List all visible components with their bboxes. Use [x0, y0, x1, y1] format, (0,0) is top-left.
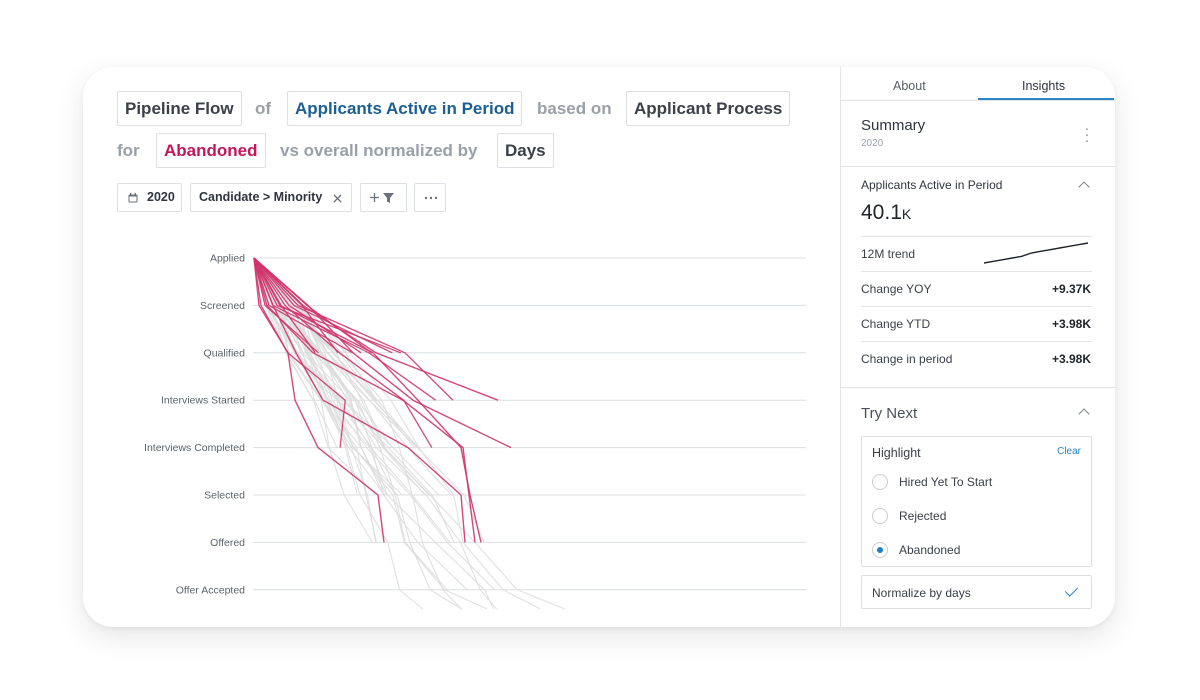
- plus-filter-icon: [370, 193, 394, 203]
- radio-button-selected[interactable]: [872, 542, 888, 558]
- highlight-options-box: Highlight Clear Hired Yet To Start Rejec…: [861, 436, 1092, 567]
- divider: [841, 387, 1115, 388]
- radio-label: Abandoned: [899, 543, 961, 557]
- radio-button[interactable]: [872, 474, 888, 490]
- collapse-metric-icon[interactable]: [1078, 181, 1090, 193]
- divider: [861, 306, 1092, 307]
- year-filter-chip[interactable]: 2020: [117, 183, 182, 212]
- change-yoy-value: +9.37K: [1051, 282, 1091, 296]
- summary-title: Summary: [861, 117, 926, 134]
- ellipsis-icon: [424, 196, 438, 200]
- vs-word: vs overall normalized by: [280, 141, 478, 160]
- metric-number: 40.1: [861, 201, 902, 224]
- stage-label: Interviews Completed: [144, 442, 245, 454]
- collapse-try-next-icon[interactable]: [1078, 408, 1090, 420]
- trend-sparkline: [983, 242, 1089, 264]
- year-filter-label: 2020: [147, 190, 175, 204]
- of-word: of: [255, 99, 272, 118]
- normalize-by-days-toggle[interactable]: Normalize by days: [861, 575, 1092, 609]
- clear-highlight-link[interactable]: Clear: [1057, 446, 1081, 457]
- kebab-menu-icon[interactable]: · · ·: [1083, 121, 1091, 147]
- insight-card: Pipeline Flow of Applicants Active in Pe…: [83, 67, 1115, 627]
- sidebar-tabs: About Insights: [841, 67, 1115, 101]
- radio-button[interactable]: [872, 508, 888, 524]
- stage-label: Interviews Started: [161, 395, 245, 407]
- view-selector[interactable]: Pipeline Flow: [117, 91, 242, 126]
- more-button[interactable]: [414, 183, 446, 212]
- normalize-label: Normalize by days: [872, 586, 971, 600]
- metric-value: 40.1K: [861, 201, 911, 225]
- divider: [861, 341, 1092, 342]
- stage-label: Screened: [200, 300, 245, 312]
- active-tab-indicator: [978, 98, 1114, 100]
- trend-label: 12M trend: [861, 247, 916, 261]
- divider: [861, 236, 1092, 237]
- stage-label: Offered: [210, 537, 245, 549]
- calendar-icon: [128, 193, 138, 203]
- for-word: for: [117, 141, 140, 160]
- population-selector[interactable]: Applicants Active in Period: [287, 91, 523, 126]
- tab-insights[interactable]: Insights: [1022, 79, 1065, 93]
- normalize-unit-selector[interactable]: Days: [497, 133, 554, 168]
- metric-title: Applicants Active in Period: [861, 178, 1003, 192]
- checkmark-icon: [1064, 583, 1079, 597]
- radio-label: Hired Yet To Start: [899, 475, 993, 489]
- stage-label: Qualified: [204, 347, 246, 359]
- add-filter-button[interactable]: [360, 183, 407, 212]
- metric-unit: K: [901, 206, 912, 222]
- change-period-label: Change in period: [861, 352, 953, 366]
- segment-filter-chip[interactable]: Candidate > Minority: [190, 183, 352, 212]
- insights-sidebar: About Insights Summary 2020 · · · Applican…: [840, 67, 1115, 627]
- summary-year: 2020: [861, 138, 884, 149]
- divider: [841, 166, 1115, 167]
- change-ytd-label: Change YTD: [861, 317, 931, 331]
- stage-label: Selected: [204, 490, 245, 502]
- highlight-selector[interactable]: Abandoned: [156, 133, 266, 168]
- tab-about[interactable]: About: [893, 79, 926, 93]
- divider: [861, 271, 1092, 272]
- stage-label: Offer Accepted: [176, 584, 245, 596]
- pipeline-flow-chart: Applied Screened Qualified Interviews Start…: [144, 253, 806, 610]
- change-period-value: +3.98K: [1051, 352, 1091, 366]
- try-next-title: Try Next: [861, 405, 918, 422]
- main-panel: Pipeline Flow of Applicants Active in Pe…: [83, 67, 840, 627]
- radio-label: Rejected: [899, 509, 947, 523]
- change-yoy-label: Change YOY: [861, 282, 932, 296]
- stage-label: Applied: [210, 253, 245, 265]
- highlight-title: Highlight: [872, 446, 921, 460]
- segment-filter-label: Candidate > Minority: [199, 190, 323, 204]
- change-ytd-value: +3.98K: [1051, 317, 1091, 331]
- based-on-word: based on: [537, 99, 612, 118]
- close-icon[interactable]: [333, 194, 342, 203]
- process-selector[interactable]: Applicant Process: [626, 91, 791, 126]
